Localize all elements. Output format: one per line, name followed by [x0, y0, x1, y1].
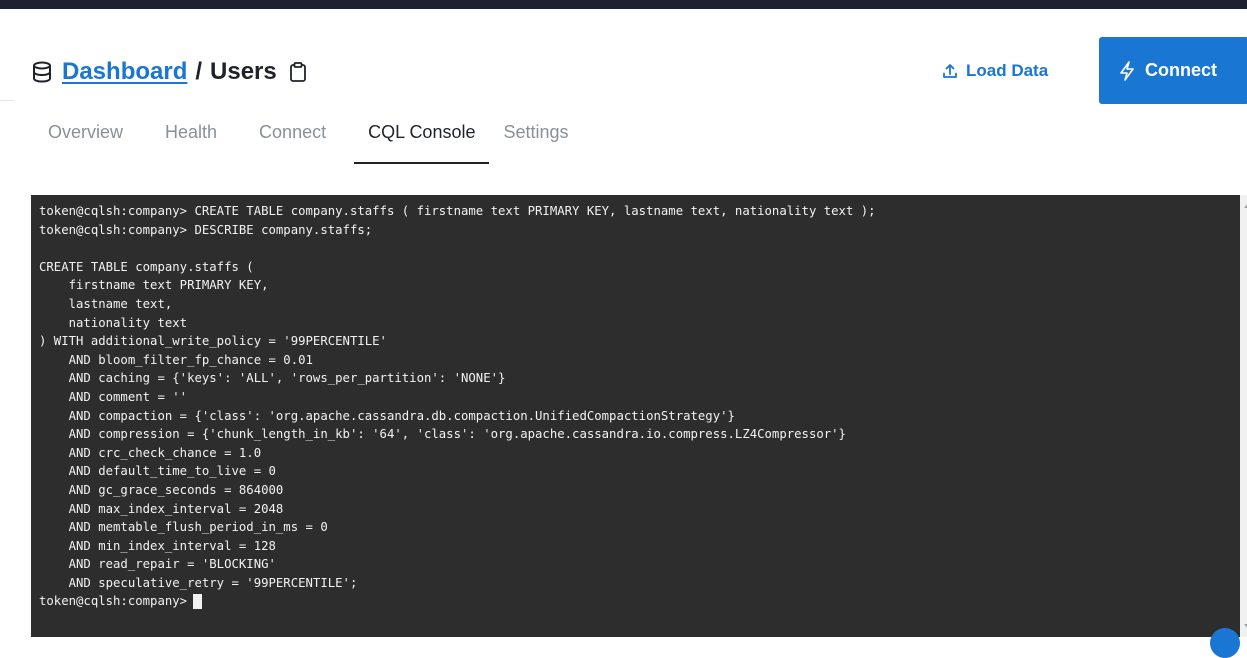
tab-connect[interactable]: Connect: [245, 112, 340, 162]
console-scrollbar[interactable]: [1240, 195, 1247, 637]
breadcrumb-separator: /: [195, 58, 203, 85]
tab-bar: Overview Health Connect CQL Console Sett…: [34, 112, 583, 164]
console-output: token@cqlsh:company> CREATE TABLE compan…: [39, 204, 876, 590]
tab-overview[interactable]: Overview: [34, 112, 137, 162]
upload-icon: [943, 64, 957, 78]
connect-label: Connect: [1145, 60, 1217, 80]
top-app-bar: [0, 0, 1247, 9]
database-icon: [32, 61, 52, 83]
clipboard-icon[interactable]: [289, 61, 307, 83]
connect-button[interactable]: Connect: [1099, 37, 1247, 104]
sidebar-edge: [0, 100, 14, 101]
tab-cql-console[interactable]: CQL Console: [354, 112, 490, 164]
breadcrumb: Dashboard / Users: [32, 48, 307, 96]
tab-settings[interactable]: Settings: [489, 112, 582, 162]
load-data-button[interactable]: Load Data: [942, 58, 1048, 84]
console-prompt: token@cqlsh:company>: [39, 594, 188, 609]
console-cursor: [193, 594, 203, 610]
page-title: Users: [210, 58, 277, 85]
lightning-icon: [1120, 60, 1134, 81]
breadcrumb-dashboard-link[interactable]: Dashboard: [62, 58, 187, 86]
tab-health[interactable]: Health: [151, 112, 231, 162]
help-fab[interactable]: [1210, 628, 1240, 658]
cql-console[interactable]: token@cqlsh:company> CREATE TABLE compan…: [31, 195, 1247, 637]
console-input-line[interactable]: token@cqlsh:company>: [39, 592, 1247, 611]
load-data-label: Load Data: [966, 61, 1049, 80]
